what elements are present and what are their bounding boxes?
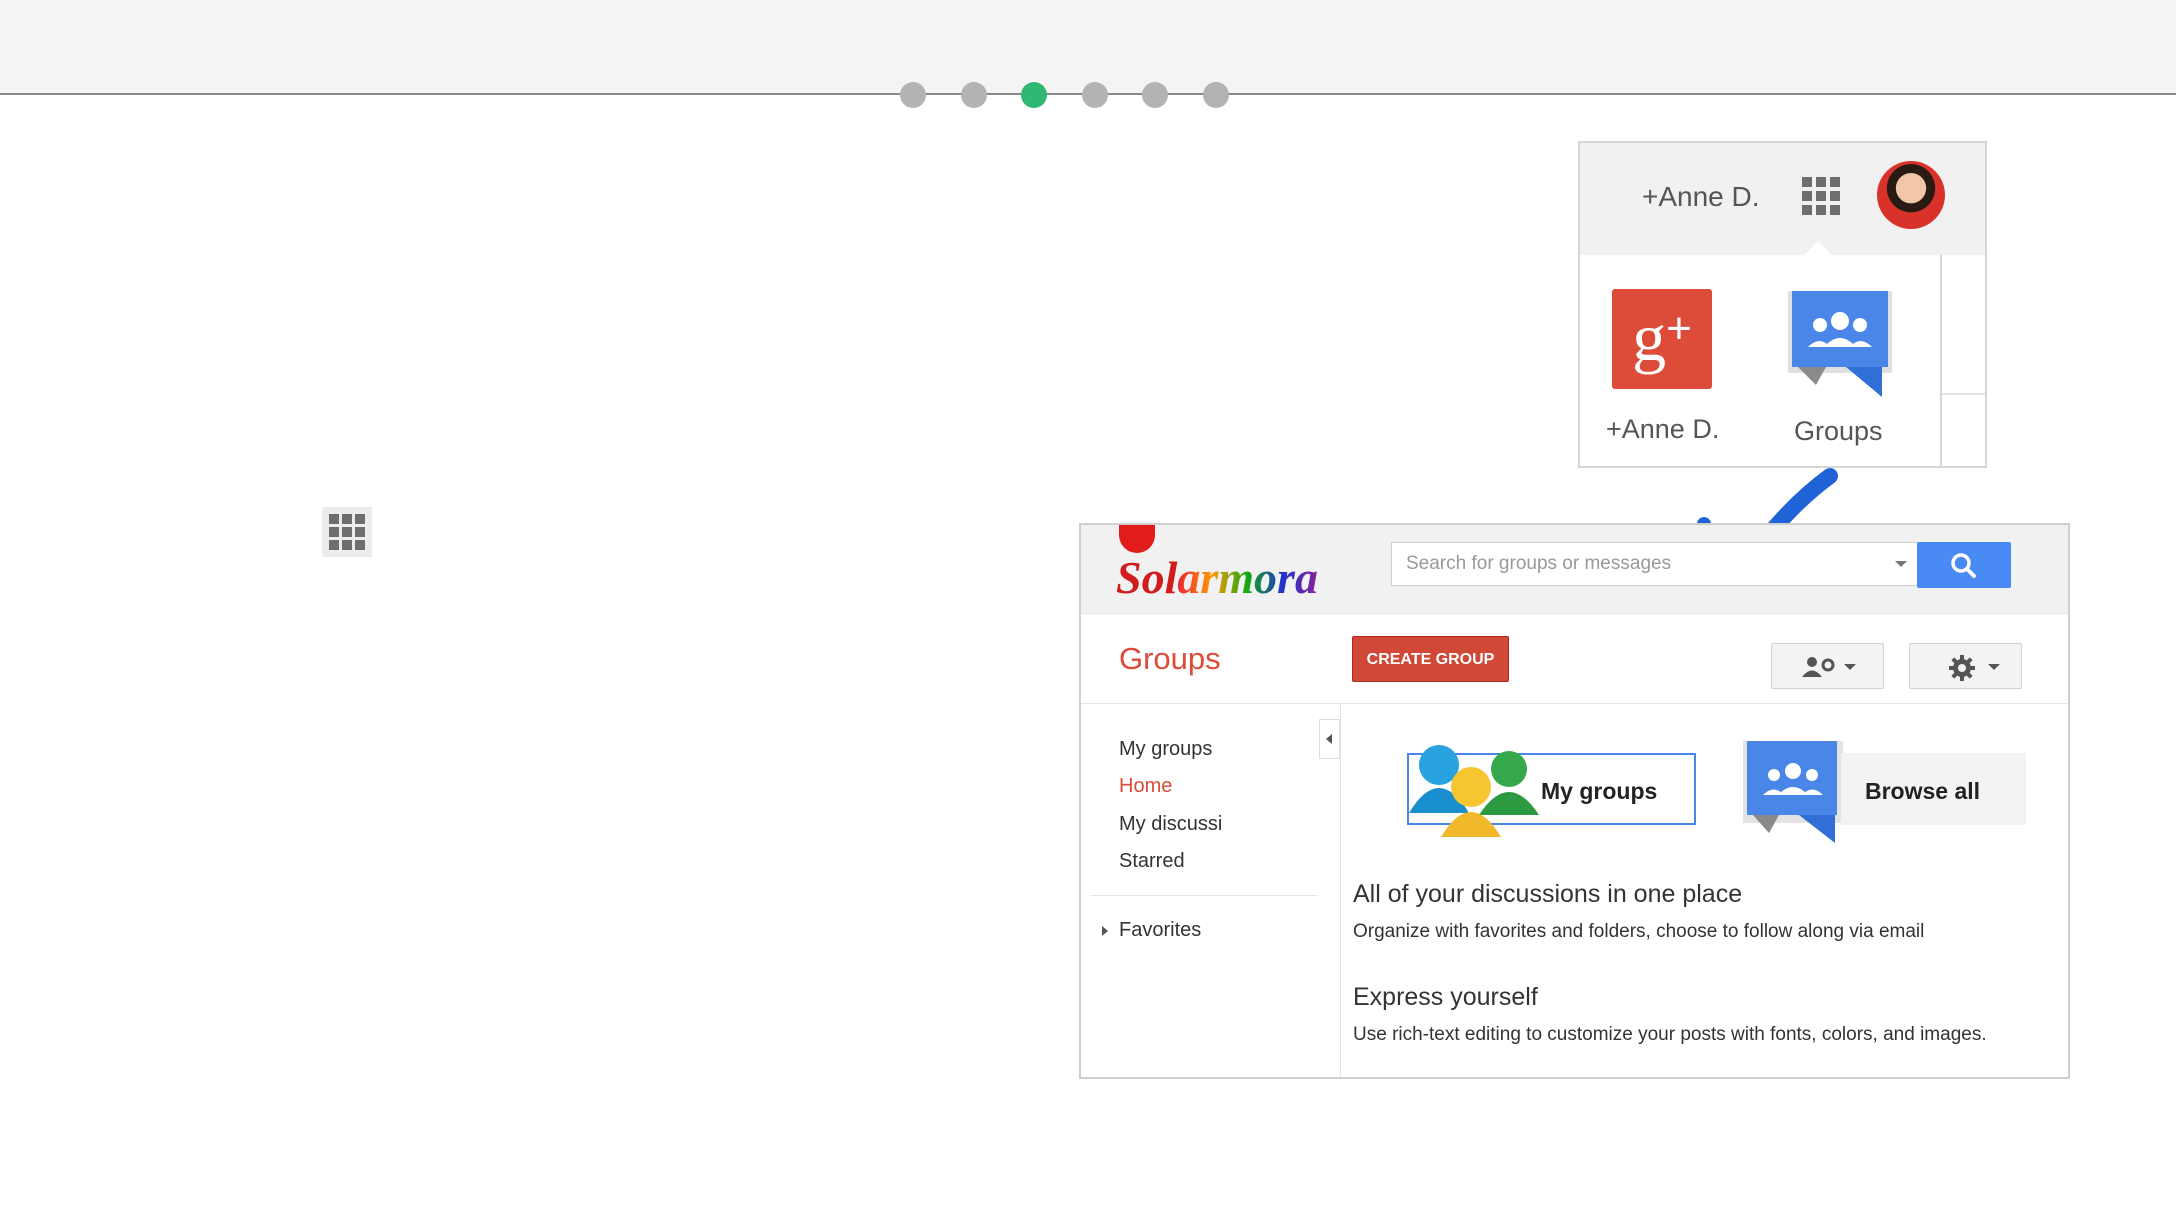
sidebar-item-my-discussions[interactable]: My discussi [1119,813,1222,836]
top-bar [0,0,2176,95]
search-button[interactable] [1917,542,2011,588]
groups-icon[interactable] [1786,289,1894,401]
divider [1942,393,1985,395]
expand-arrow-icon[interactable] [1102,926,1108,936]
feature-heading: Express yourself [1353,983,1538,1011]
search-icon [1951,553,1976,578]
app-launcher-card: +Anne D. g+ +Anne D. Groups [1578,141,1987,468]
groups-header: Solarmora [1081,525,2068,614]
slide-dot[interactable] [900,82,926,108]
page-title: Groups [1119,641,1221,676]
people-group-icon [1409,745,1539,837]
slide-dot[interactable] [1082,82,1108,108]
search-options-chevron-icon[interactable] [1895,561,1907,567]
feature-text: Use rich-text editing to customize your … [1353,1024,1987,1045]
popover-caret [1804,241,1832,255]
gear-icon [1949,655,1975,681]
chevron-down-icon [1844,664,1856,670]
divider [1081,703,2068,704]
slide-dot[interactable] [1203,82,1229,108]
settings-button[interactable] [1909,643,2022,689]
create-group-button[interactable]: CREATE GROUP [1352,636,1509,682]
apps-grid-icon[interactable] [322,507,372,557]
groups-icon[interactable] [1743,741,1843,845]
slide-dot-active[interactable] [1021,82,1047,108]
sidebar-item-favorites[interactable]: Favorites [1119,919,1201,942]
slide-dot[interactable] [1142,82,1168,108]
sidebar-item-home[interactable]: Home [1119,775,1172,798]
apps-grid-icon[interactable] [1802,177,1842,217]
profile-avatar[interactable] [1877,161,1945,229]
google-plus-icon[interactable]: g+ [1612,289,1712,389]
search-input[interactable] [1392,543,1900,585]
profile-name-link[interactable]: +Anne D. [1642,181,1760,213]
groups-window: Solarmora Groups CREATE GROUP [1079,523,2070,1079]
browse-all-label: Browse all [1865,778,1981,804]
app-label-groups[interactable]: Groups [1794,416,1883,447]
person-gear-icon [1802,657,1835,677]
collapse-sidebar-button[interactable] [1319,719,1340,759]
divider [1340,704,1341,1077]
feature-heading: All of your discussions in one place [1353,880,1743,908]
sidebar-item-my-groups[interactable]: My groups [1119,738,1212,761]
feature-text: Organize with favorites and folders, cho… [1353,921,1925,942]
my-groups-label: My groups [1541,778,1658,804]
account-header: +Anne D. [1580,143,1985,255]
member-settings-button[interactable] [1771,643,1884,689]
chevron-down-icon [1988,664,2000,670]
sidebar-item-starred[interactable]: Starred [1119,850,1185,873]
my-groups-button[interactable]: My groups [1407,745,1696,837]
browse-all-button[interactable]: Browse all [1841,753,2026,825]
search-box [1391,542,1918,586]
slide-dot[interactable] [961,82,987,108]
solarmora-logo[interactable]: Solarmora [1116,551,1318,604]
app-label-google-plus[interactable]: +Anne D. [1606,414,1719,445]
logo-sun-icon [1119,525,1155,553]
divider [1091,895,1317,896]
